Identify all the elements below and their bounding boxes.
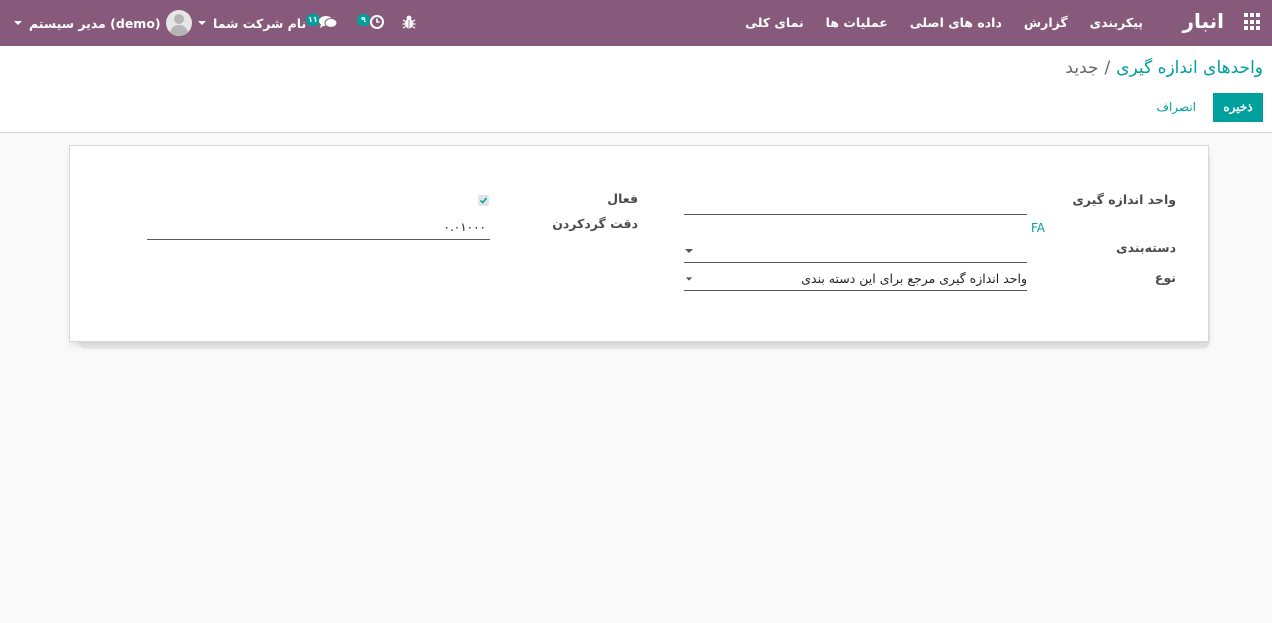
chevron-down-icon [685,249,693,253]
menu-item-master-data[interactable]: داده های اصلی [899,0,1013,46]
bug-icon [402,15,416,29]
type-label: نوع [1154,270,1176,285]
rounding-label: دقت گردکردن [552,216,638,231]
user-avatar-icon [165,10,192,36]
uom-name-input[interactable] [684,196,1027,215]
rounding-input[interactable]: ۰.۰۱۰۰۰ [147,219,490,240]
chevron-down-icon [198,21,206,25]
menu-item-configuration[interactable]: پیکربندی [1079,0,1154,46]
chevron-down-icon [685,277,693,281]
user-menu[interactable]: مدیر سیستم (demo) [14,10,192,36]
active-label: فعال [607,191,638,206]
breadcrumb-current: جدید [1065,58,1099,78]
active-checkbox[interactable] [478,195,489,206]
type-value: واحد اندازه گیری مرجع برای این دسته بندی [801,271,1027,286]
breadcrumb-separator: / [1104,58,1111,78]
messages-button[interactable]: ۱۱ [306,11,338,33]
translate-button[interactable]: FA [1031,221,1045,235]
company-name: نام شرکت شما [213,15,307,31]
company-switcher[interactable]: نام شرکت شما [198,10,306,36]
category-label: دسته‌بندی [1116,240,1176,255]
category-select[interactable] [684,242,1027,263]
control-panel: واحدهای اندازه گیری/جدید ذخیره انصراف [0,46,1272,133]
menu-item-overview[interactable]: نمای کلی [734,0,815,46]
clock-icon [370,15,384,29]
menu-item-reporting[interactable]: گزارش [1013,0,1079,46]
breadcrumb-parent-link[interactable]: واحدهای اندازه گیری [1116,58,1263,78]
uom-name-label: واحد اندازه گیری [1072,192,1176,207]
type-select[interactable]: واحد اندازه گیری مرجع برای این دسته بندی [684,269,1027,291]
check-icon [479,197,488,204]
main-menu: نمای کلی عملیات ها داده های اصلی گزارش پ… [734,0,1154,46]
user-name: مدیر سیستم (demo) [29,15,161,31]
discard-button[interactable]: انصراف [1151,93,1202,122]
messages-count-badge: ۱۱ [306,14,320,26]
chat-icon [319,16,337,28]
app-brand[interactable]: انبار [1182,9,1224,33]
debug-button[interactable] [402,14,416,30]
save-button[interactable]: ذخیره [1213,93,1263,122]
activities-count-badge: ۹ [357,14,370,26]
top-navbar: انبار نمای کلی عملیات ها داده های اصلی گ… [0,0,1272,46]
activities-button[interactable]: ۹ [357,11,387,33]
menu-item-operations[interactable]: عملیات ها [815,0,899,46]
form-sheet: واحد اندازه گیری FA دسته‌بندی نوع واحد ا… [69,145,1209,342]
chevron-down-icon [14,21,22,25]
breadcrumb: واحدهای اندازه گیری/جدید [1065,58,1263,78]
rounding-value: ۰.۰۱۰۰۰ [443,220,487,234]
apps-grid-icon[interactable] [1244,13,1262,31]
